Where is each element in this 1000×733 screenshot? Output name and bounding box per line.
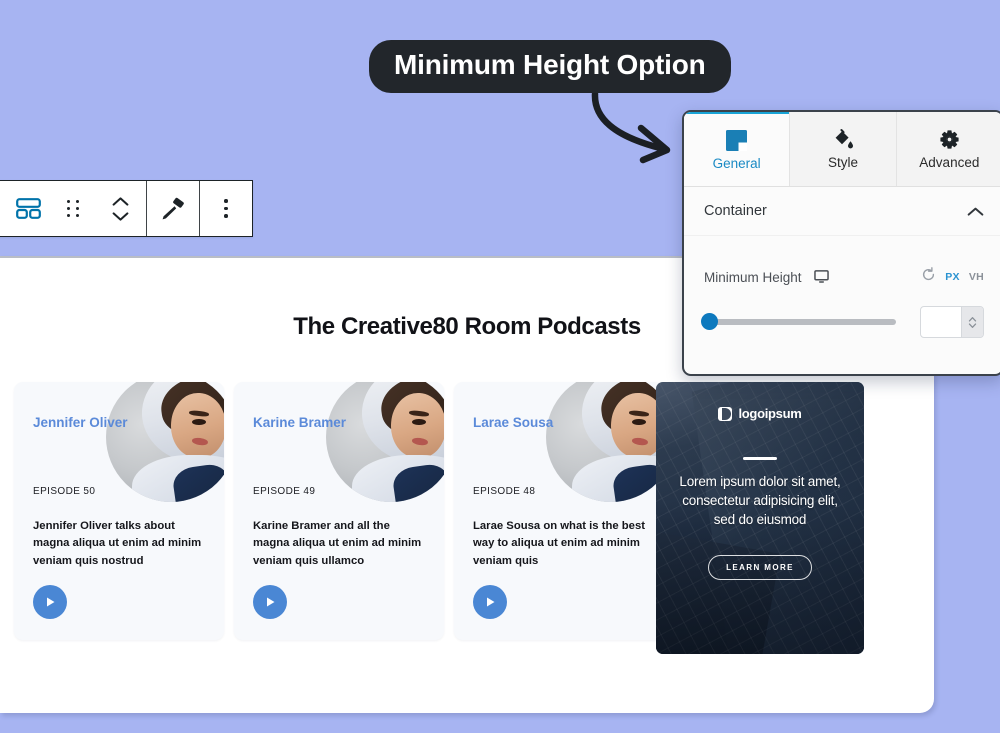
annotation-callout: Minimum Height Option (369, 40, 731, 93)
minimum-height-slider[interactable] (701, 313, 896, 330)
logo: logoipsum (718, 406, 802, 421)
chevron-up-icon[interactable] (112, 196, 129, 206)
number-stepper[interactable] (961, 307, 983, 337)
divider (743, 457, 777, 460)
section-title: Container (704, 203, 767, 219)
tab-general-label: General (712, 156, 761, 171)
logo-text: logoipsum (738, 406, 802, 421)
promo-card[interactable]: logoipsum Lorem ipsum dolor sit amet, co… (656, 382, 864, 654)
settings-panel: General Style Advanced Container Minimum… (682, 110, 1000, 376)
tab-style[interactable]: Style (789, 112, 895, 186)
play-icon (486, 597, 494, 607)
learn-more-button[interactable]: LEARN MORE (708, 555, 812, 581)
chevron-up-icon[interactable] (967, 207, 984, 216)
host-name: Larae Sousa (473, 415, 554, 430)
toolbar-divider (199, 181, 200, 236)
toolbar-divider (146, 181, 147, 236)
episode-number: EPISODE 49 (253, 486, 316, 497)
promo-text: Lorem ipsum dolor sit amet, consectetur … (679, 474, 841, 528)
panel-tabs: General Style Advanced (684, 112, 1000, 187)
gear-icon (939, 128, 960, 150)
screen: The Creative80 Room Podcasts Jennifer Ol… (0, 0, 1000, 733)
logo-mark-icon (718, 406, 733, 421)
layout-icon (726, 129, 748, 151)
minimum-height-control: Minimum Height PX VH (684, 236, 1000, 338)
drag-handle-button[interactable] (52, 181, 94, 236)
play-button[interactable] (33, 585, 67, 619)
section-container-header[interactable]: Container (684, 187, 1000, 236)
vertical-dots-icon (224, 199, 228, 218)
stepper-arrows-icon (968, 316, 977, 328)
chevron-down-icon[interactable] (112, 211, 129, 221)
tab-advanced-label: Advanced (919, 155, 980, 170)
minimum-height-label: Minimum Height (704, 269, 802, 285)
play-icon (46, 597, 54, 607)
episode-description: Karine Bramer and all the magna aliqua u… (253, 520, 422, 567)
episode-description: Jennifer Oliver talks about magna aliqua… (33, 520, 202, 567)
block-type-button[interactable] (4, 181, 52, 236)
play-button[interactable] (253, 585, 287, 619)
host-portrait (106, 382, 224, 502)
host-name: Karine Bramer (253, 415, 347, 430)
drag-dots-icon (66, 200, 80, 217)
container-block-icon (15, 198, 41, 219)
minimum-height-input-wrap[interactable] (920, 306, 984, 338)
more-options-button[interactable] (200, 181, 252, 236)
tab-style-label: Style (827, 155, 858, 170)
podcast-card[interactable]: Larae Sousa EPISODE 48 Larae Sousa on wh… (454, 382, 664, 640)
episode-number: EPISODE 48 (473, 486, 536, 497)
block-toolbar (0, 180, 253, 237)
move-block-buttons[interactable] (94, 181, 146, 236)
episode-description: Larae Sousa on what is the best way to a… (473, 520, 646, 567)
stamp-icon (162, 197, 184, 219)
tab-advanced[interactable]: Advanced (895, 112, 1000, 186)
style-paste-button[interactable] (147, 181, 199, 236)
host-portrait (326, 382, 444, 502)
unit-vh-button[interactable]: VH (969, 271, 984, 283)
tab-general[interactable]: General (684, 112, 790, 186)
desktop-icon[interactable] (813, 270, 829, 284)
play-icon (266, 597, 274, 607)
unit-px-button[interactable]: PX (945, 271, 960, 283)
podcast-card[interactable]: Jennifer Oliver EPISODE 50 Jennifer Oliv… (14, 382, 224, 640)
play-button[interactable] (473, 585, 507, 619)
host-name: Jennifer Oliver (33, 415, 128, 430)
reset-icon[interactable] (921, 267, 936, 287)
podcast-card-list: Jennifer Oliver EPISODE 50 Jennifer Oliv… (14, 382, 664, 640)
podcast-card[interactable]: Karine Bramer EPISODE 49 Karine Bramer a… (234, 382, 444, 640)
paint-bucket-icon (831, 128, 854, 150)
host-portrait (546, 382, 664, 502)
slider-knob[interactable] (701, 313, 718, 330)
episode-number: EPISODE 50 (33, 486, 96, 497)
